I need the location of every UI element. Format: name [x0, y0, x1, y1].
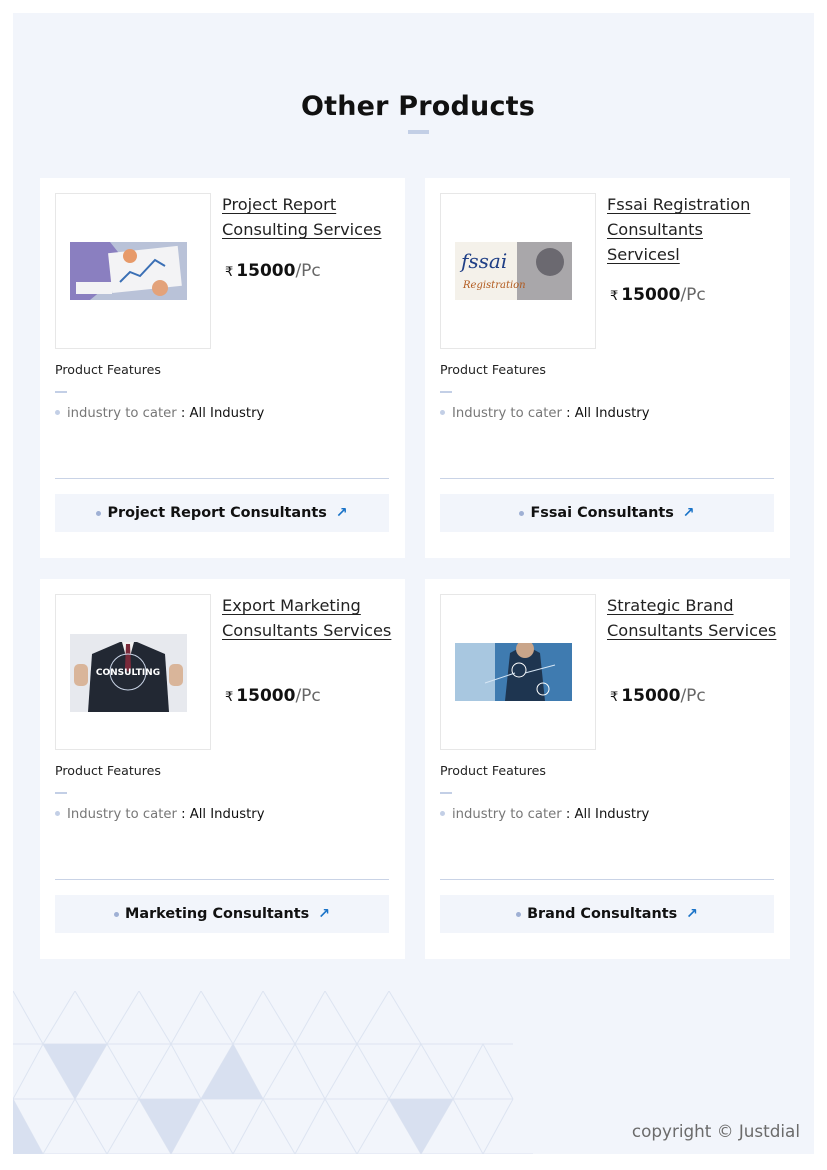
card-divider [440, 478, 774, 479]
rupee-icon: ₹ [225, 265, 234, 280]
fssai-registration-photo-icon: fssai Registration [455, 242, 572, 300]
brand-consulting-photo-icon [455, 643, 572, 701]
product-card: CONSULTING Export Marketing Consultants … [40, 579, 405, 959]
feature-label: Industry to cater [452, 406, 562, 421]
feature-item: industry to cater : All Industry [440, 807, 649, 822]
product-name-link[interactable]: Project Report Consulting Services [222, 192, 392, 242]
price-amount: 15000 [236, 686, 296, 706]
products-page: Other Products Project Report Consulting… [13, 13, 814, 1154]
price-unit: /Pc [680, 686, 706, 706]
feature-item: industry to cater : All Industry [55, 406, 264, 421]
product-card: Project Report Consulting Services ₹1500… [40, 178, 405, 558]
feature-separator: : [176, 406, 190, 421]
rupee-icon: ₹ [225, 690, 234, 705]
features-title: Product Features [440, 763, 546, 778]
product-card: fssai Registration Fssai Registration Co… [425, 178, 790, 558]
external-arrow-icon: ↗ [335, 505, 348, 521]
product-thumbnail[interactable]: fssai Registration [440, 193, 596, 349]
features-divider [440, 391, 452, 393]
price-amount: 15000 [621, 686, 681, 706]
external-arrow-icon: ↗ [686, 906, 698, 922]
bullet-icon [440, 409, 445, 415]
features-divider [55, 792, 67, 794]
price-unit: /Pc [295, 686, 321, 706]
category-link-button[interactable]: Marketing Consultants ↗ [55, 895, 389, 933]
price-amount: 15000 [621, 285, 681, 305]
product-price: ₹15000/Pc [610, 285, 706, 305]
card-divider [440, 879, 774, 880]
dot-icon [114, 911, 120, 917]
dot-icon [516, 911, 522, 917]
product-name-link[interactable]: Export Marketing Consultants Services [222, 593, 392, 643]
product-name-link[interactable]: Fssai Registration Consultants Servicesl [607, 192, 777, 267]
feature-separator: : [561, 406, 575, 421]
category-link-button[interactable]: Brand Consultants ↗ [440, 895, 774, 933]
feature-value: All Industry [574, 406, 650, 421]
feature-label: industry to cater [452, 807, 562, 822]
feature-value: All Industry [574, 807, 650, 822]
features-divider [55, 391, 67, 393]
triangle-pattern-background [13, 991, 533, 1154]
rupee-icon: ₹ [610, 289, 619, 304]
feature-separator: : [561, 807, 575, 822]
product-name-link[interactable]: Strategic Brand Consultants Services [607, 593, 777, 643]
copyright-text: copyright © Justdial [631, 1121, 800, 1141]
feature-item: Industry to cater : All Industry [55, 807, 265, 822]
external-arrow-icon: ↗ [318, 906, 330, 922]
product-price: ₹15000/Pc [225, 686, 321, 706]
category-label: Project Report Consultants [107, 505, 327, 521]
category-label: Fssai Consultants [530, 505, 674, 521]
product-price: ₹15000/Pc [225, 261, 321, 281]
category-link-button[interactable]: Project Report Consultants ↗ [55, 494, 389, 532]
feature-item: Industry to cater : All Industry [440, 406, 650, 421]
card-divider [55, 478, 389, 479]
registration-logo-text: Registration [462, 280, 526, 291]
product-thumbnail[interactable] [55, 193, 211, 349]
bullet-icon [440, 810, 445, 816]
feature-label: industry to cater [67, 406, 177, 421]
category-link-button[interactable]: Fssai Consultants ↗ [440, 494, 774, 532]
product-thumbnail[interactable]: CONSULTING [55, 594, 211, 750]
dot-icon [96, 510, 102, 516]
fssai-logo-text: fssai [459, 249, 507, 273]
feature-value: All Industry [189, 807, 265, 822]
title-underline [408, 130, 429, 134]
dot-icon [519, 510, 525, 516]
feature-separator: : [176, 807, 190, 822]
features-title: Product Features [55, 763, 161, 778]
price-unit: /Pc [680, 285, 706, 305]
section-title: Other Products [300, 91, 536, 122]
price-amount: 15000 [236, 261, 296, 281]
feature-label: Industry to cater [67, 807, 177, 822]
consulting-businessman-photo-icon: CONSULTING [70, 634, 187, 712]
external-arrow-icon: ↗ [682, 505, 695, 521]
features-divider [440, 792, 452, 794]
bullet-icon [55, 810, 60, 816]
bullet-icon [55, 409, 60, 415]
price-unit: /Pc [295, 261, 321, 281]
project-report-photo-icon [70, 242, 187, 300]
category-label: Marketing Consultants [125, 906, 310, 922]
features-title: Product Features [440, 362, 546, 377]
product-price: ₹15000/Pc [610, 686, 706, 706]
feature-value: All Industry [189, 406, 265, 421]
rupee-icon: ₹ [610, 690, 619, 705]
features-title: Product Features [55, 362, 161, 377]
consulting-photo-text: CONSULTING [96, 668, 160, 678]
category-label: Brand Consultants [527, 906, 678, 922]
card-divider [55, 879, 389, 880]
product-card: Strategic Brand Consultants Services ₹15… [425, 579, 790, 959]
product-thumbnail[interactable] [440, 594, 596, 750]
